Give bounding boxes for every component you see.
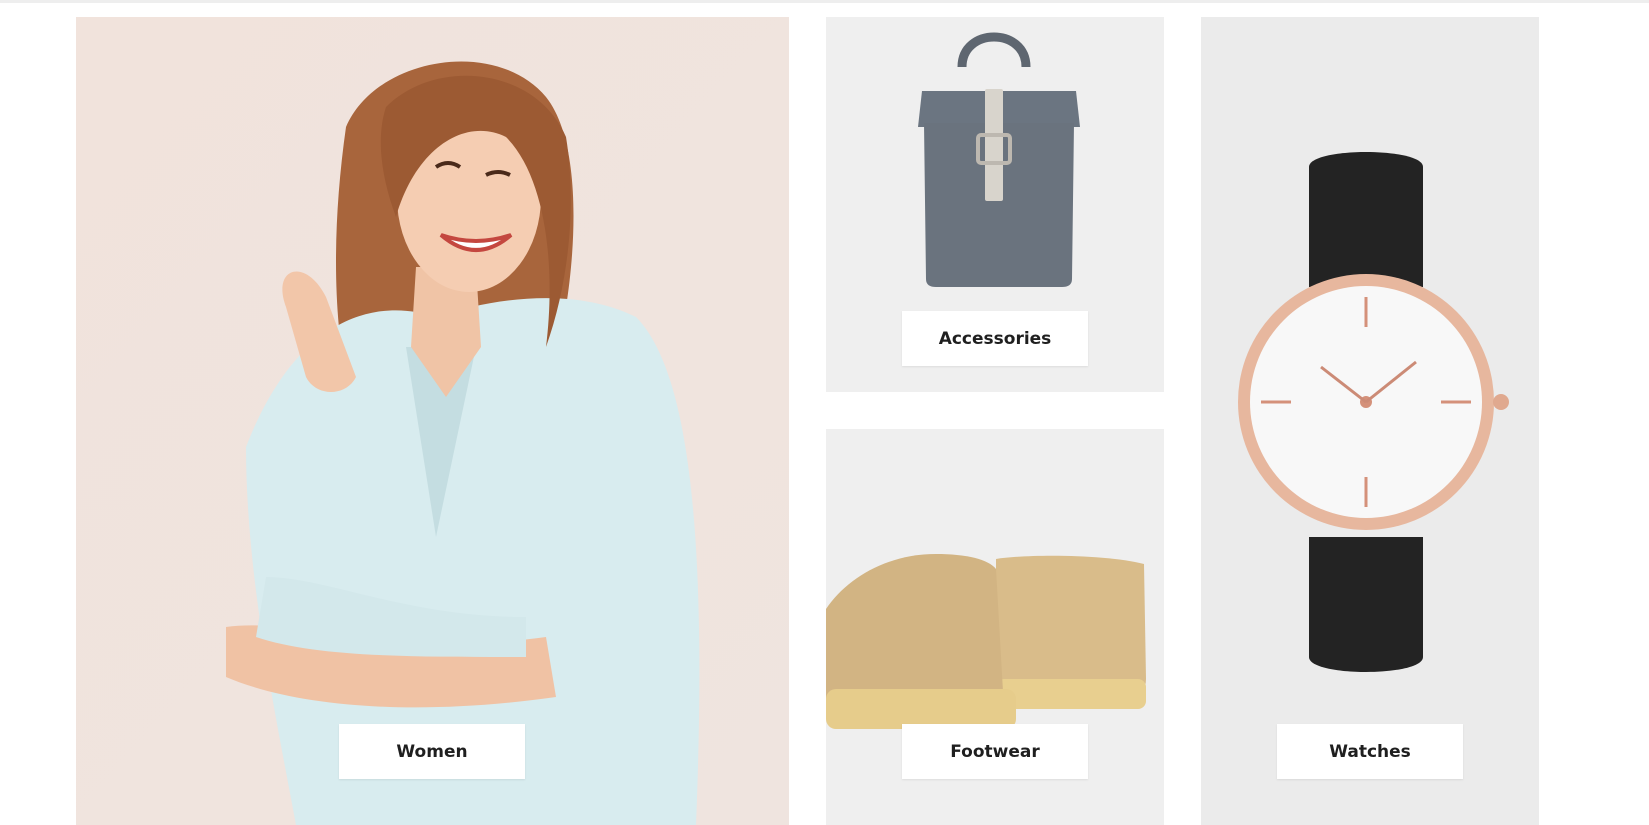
category-tile-footwear[interactable]: Footwear <box>826 429 1164 825</box>
women-category-button[interactable]: Women <box>339 724 525 779</box>
category-tile-accessories[interactable]: Accessories <box>826 17 1164 392</box>
page-top-divider <box>0 0 1649 3</box>
watch-image <box>1201 17 1539 825</box>
category-tile-women[interactable]: Women <box>76 17 789 825</box>
accessories-category-button[interactable]: Accessories <box>902 311 1088 366</box>
footwear-category-button[interactable]: Footwear <box>902 724 1088 779</box>
woman-image <box>76 17 789 825</box>
watches-category-button[interactable]: Watches <box>1277 724 1463 779</box>
category-tile-watches[interactable]: Watches <box>1201 17 1539 825</box>
